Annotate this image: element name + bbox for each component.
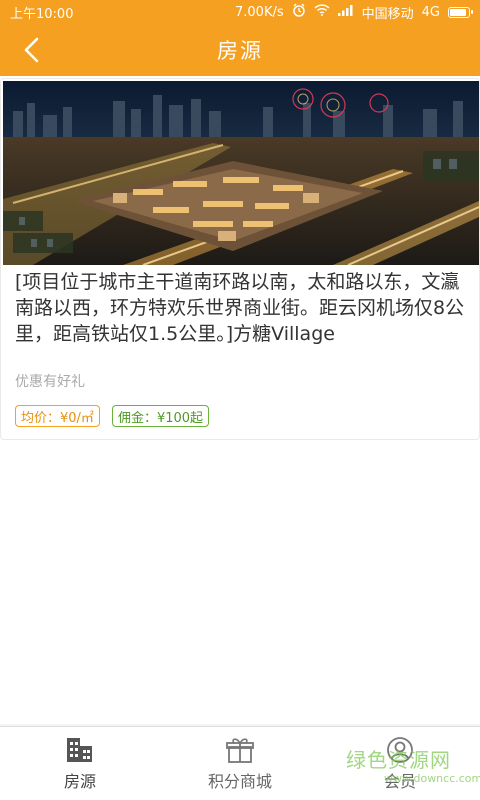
price-tag: 均价：¥0/㎡ — [15, 405, 100, 427]
signal-icon — [337, 4, 354, 20]
carrier: 中国移动 — [361, 6, 414, 22]
listing-tags: 均价：¥0/㎡ 佣金：¥100起 — [15, 405, 210, 427]
listing-hero-image — [3, 81, 479, 265]
status-bar: 上午10:00 7.00K/s 中国移动 4G — [0, 0, 480, 24]
nav-label-member: 会员 — [383, 771, 416, 791]
status-time: 上午10:00 — [10, 6, 74, 22]
page-title: 房源 — [217, 39, 263, 63]
listing-card[interactable]: [项目位于城市主干道南环路以南，太和路以东，文瀛南路以西，环方特欢乐世界商业街。… — [0, 78, 480, 440]
gift-icon — [225, 736, 255, 764]
nav-item-points-mall[interactable]: 积分商城 — [160, 727, 320, 800]
nav-item-member[interactable]: 会员 — [320, 727, 480, 800]
network-type: 4G — [421, 4, 440, 20]
commission-tag: 佣金：¥100起 — [111, 405, 210, 427]
status-right: 7.00K/s 中国移动 4G — [235, 3, 473, 22]
alarm-icon — [292, 3, 306, 21]
chevron-left-icon — [24, 37, 39, 63]
listing-description: [项目位于城市主干道南环路以南，太和路以东，文瀛南路以西，环方特欢乐世界商业街。… — [15, 271, 465, 345]
nav-label-listings: 房源 — [63, 771, 96, 791]
building-icon — [65, 736, 95, 764]
net-speed: 7.00K/s — [235, 4, 284, 20]
back-button[interactable] — [14, 32, 50, 68]
listing-subtitle: 优惠有好礼 — [15, 374, 85, 390]
app-screen: 上午10:00 7.00K/s 中国移动 4G 房源 [项目位于城市主干道南环路… — [0, 0, 480, 800]
bottom-nav: 房源 积分商城 会员 — [0, 726, 480, 800]
nav-label-points-mall: 积分商城 — [207, 771, 272, 791]
wifi-icon — [314, 4, 330, 20]
listing-content: [项目位于城市主干道南环路以南，太和路以东，文瀛南路以西，环方特欢乐世界商业街。… — [0, 76, 480, 724]
app-bar: 房源 — [0, 24, 480, 76]
user-icon — [385, 736, 415, 764]
nav-item-listings[interactable]: 房源 — [0, 727, 160, 800]
battery-icon — [448, 6, 473, 18]
